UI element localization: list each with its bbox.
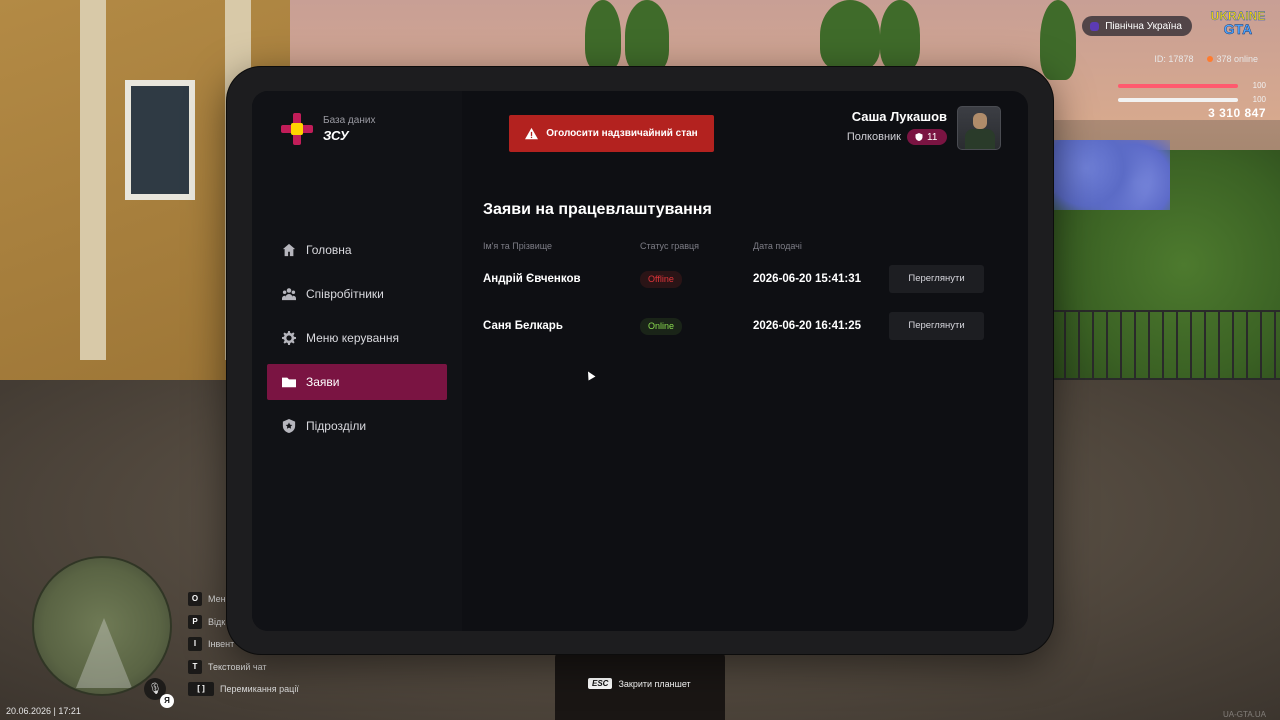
zsu-emblem-icon [281,113,313,145]
table-header: Ім'я та Прізвище Статус гравця Дата пода… [483,241,993,255]
column-header-date: Дата подачі [753,241,802,251]
flower-bed [1050,140,1170,210]
sidebar-item-label: Заяви [306,375,340,389]
declare-emergency-button[interactable]: Оголосити надзвичайний стан [509,115,714,152]
sidebar-item-employees[interactable]: Співробітники [267,276,447,312]
shield-icon [915,133,923,141]
view-button[interactable]: Переглянути [889,311,984,340]
key-hint: T Текстовий чат [188,656,299,679]
table-row: Саня Белкарь Online 2026-06-20 16:41:25 … [483,302,993,349]
view-button[interactable]: Переглянути [889,264,984,293]
datetime: 20.06.2026 | 17:21 [6,706,81,716]
sidebar-item-control-menu[interactable]: Меню керування [267,320,447,356]
sidebar-item-label: Підрозділи [306,419,367,433]
submission-date: 2026-06-20 15:41:31 [753,272,862,285]
armor-bar [1118,98,1238,102]
sidebar-item-label: Меню керування [306,331,400,345]
column-header-name: Ім'я та Прізвище [483,241,553,251]
user-rank: Полковник [846,131,901,143]
applicant-name: Андрій Євченков [483,272,581,285]
money-display: 3 310 847 [1208,106,1266,120]
sidebar-nav: Головна Співробітники Меню керування Зая… [267,232,447,452]
sidebar-item-units[interactable]: Підрозділи [267,408,447,444]
sidebar-item-label: Головна [306,243,352,257]
tablet: База даних ЗСУ Головна Співробітники Мен… [227,67,1053,654]
online-icon [1207,56,1214,62]
sidebar: База даних ЗСУ Головна Співробітники Мен… [252,91,462,631]
player-stats: ID: 17878 378 online [1154,54,1258,64]
tree [625,0,669,72]
folder-icon [282,375,296,389]
page-title: Заяви на працевлаштування [483,201,712,218]
declare-emergency-label: Оголосити надзвичайний стан [546,128,698,139]
sidebar-item-applications[interactable]: Заяви [267,364,447,400]
voice-badge: Я [160,694,174,708]
rank-level-badge: 11 [907,129,947,145]
tree [1040,0,1076,80]
brand: База даних ЗСУ [281,113,375,145]
tree [585,0,621,70]
gear-icon [282,331,296,345]
minimap [32,556,172,696]
tablet-screen: База даних ЗСУ Головна Співробітники Мен… [252,91,1028,631]
home-icon [282,243,296,257]
esc-key: ESC [588,678,613,689]
region-name: Північна Україна [1105,20,1182,32]
status-badge: Offline [640,271,682,288]
online-count: 378 online [1207,54,1258,64]
player-id: ID: 17878 [1154,54,1194,64]
shield-icon [282,419,296,433]
building-window [125,80,195,200]
column-header-status: Статус гравця [640,241,700,251]
users-icon [282,287,296,301]
watermark: UA-GTA.UA [1223,710,1266,719]
building-pillar [80,0,106,360]
tree [820,0,880,70]
sidebar-item-home[interactable]: Головна [267,232,447,268]
key-hint: [ ] Перемикання рації [188,678,299,701]
player-view-cone [76,618,132,688]
close-tablet-hint: ESC Закрити планшет [588,678,691,689]
table-row: Андрій Євченков Offline 2026-06-20 15:41… [483,255,993,302]
sidebar-item-label: Співробітники [306,287,384,301]
submission-date: 2026-06-20 16:41:25 [753,319,862,332]
brand-title: ЗСУ [323,128,349,143]
region-indicator: Північна Україна [1082,16,1192,36]
status-badge: Online [640,318,683,335]
user-name: Саша Лукашов [851,109,947,124]
tree [880,0,920,70]
health-value: 100 [1252,81,1266,90]
applicant-name: Саня Белкарь [483,319,563,332]
warning-icon [525,127,539,140]
region-icon [1090,21,1100,31]
user-info: Саша Лукашов Полковник 11 [847,109,947,145]
fence [1050,310,1280,380]
avatar[interactable] [957,106,1001,150]
armor-value: 100 [1252,95,1266,104]
applications-table: Ім'я та Прізвище Статус гравця Дата пода… [483,241,993,349]
health-bar [1118,84,1238,88]
server-logo: UKRAINE GTA [1210,9,1266,37]
close-tablet-label: Закрити планшет [618,678,691,689]
brand-subtitle: База даних [323,115,376,126]
